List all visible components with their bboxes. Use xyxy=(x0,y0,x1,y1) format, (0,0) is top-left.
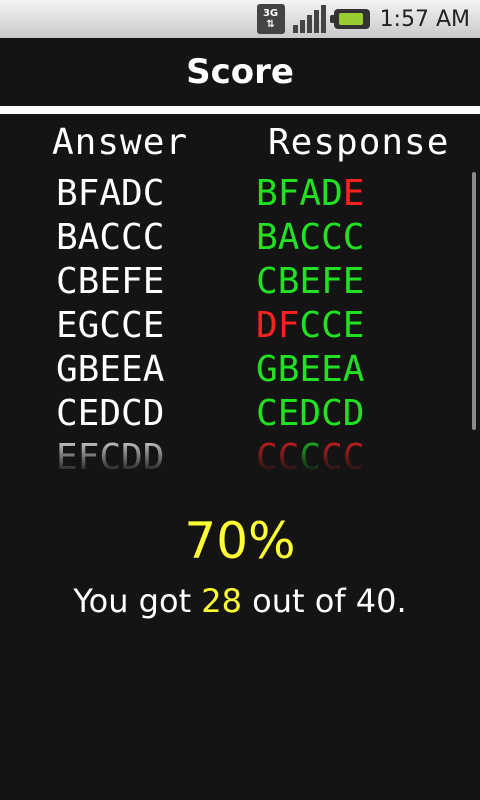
status-bar: 3G ⇅ 1:57 AM xyxy=(0,0,480,38)
correct-letter: F xyxy=(321,261,343,302)
response-value: CCCCC xyxy=(256,436,364,472)
list-item: EFCDD CCCCC xyxy=(0,436,480,472)
correct-letter: B xyxy=(256,217,278,258)
correct-letter: C xyxy=(299,305,322,346)
page-title: Score xyxy=(186,52,294,92)
correct-letter: D xyxy=(299,393,322,434)
network-3g-icon: 3G ⇅ xyxy=(256,4,285,34)
correct-letter: C xyxy=(299,217,322,258)
correct-letter: D xyxy=(321,173,343,214)
signal-bars-icon xyxy=(292,5,326,33)
correct-letter: C xyxy=(256,261,278,302)
score-percent: 70% xyxy=(184,512,296,570)
correct-letter: B xyxy=(256,173,278,214)
response-value: BFADE xyxy=(256,172,364,216)
correct-letter: A xyxy=(299,173,322,214)
response-value: DFCCE xyxy=(256,304,364,348)
total-count: 40 xyxy=(355,582,397,620)
correct-letter: A xyxy=(277,217,300,258)
correct-letter: C xyxy=(321,217,343,258)
incorrect-letter: C xyxy=(342,437,365,472)
correct-letter: C xyxy=(321,393,343,434)
correct-letter: C xyxy=(256,393,278,434)
correct-letter: B xyxy=(277,261,300,302)
correct-letter: A xyxy=(342,349,365,390)
correct-letter: C xyxy=(321,305,343,346)
list-item: GBEEA GBEEA xyxy=(0,348,480,392)
answer-value: BFADC xyxy=(56,173,165,214)
answer-value: CEDCD xyxy=(56,393,165,434)
correct-letter: G xyxy=(256,349,278,390)
summary-prefix: You got xyxy=(73,582,202,620)
correct-letter: E xyxy=(299,349,322,390)
list-item: EGCCE DFCCE xyxy=(0,304,480,348)
list-item: BFADC BFADE xyxy=(0,172,480,216)
score-list[interactable]: BFADC BFADE BACCC BACCC CBEFE CBEFE EGCCE DFCCE… xyxy=(0,172,480,472)
correct-letter: D xyxy=(342,393,365,434)
response-value: BACCC xyxy=(256,216,364,260)
incorrect-letter: C xyxy=(256,437,278,472)
summary-middle: out of xyxy=(242,582,356,620)
correct-letter: E xyxy=(299,261,322,302)
answer-value: EGCCE xyxy=(56,305,165,346)
battery-icon xyxy=(329,9,370,29)
answer-value: CBEFE xyxy=(56,261,165,302)
answer-value: EFCDD xyxy=(56,437,165,472)
correct-letter: E xyxy=(277,393,300,434)
incorrect-letter: C xyxy=(277,437,300,472)
response-value: GBEEA xyxy=(256,348,364,392)
title-divider xyxy=(0,106,480,114)
response-value: CEDCD xyxy=(256,392,364,436)
list-item: CEDCD CEDCD xyxy=(0,392,480,436)
correct-letter: E xyxy=(321,349,343,390)
incorrect-letter: C xyxy=(321,437,343,472)
score-summary: You got 28 out of 40. xyxy=(0,582,480,620)
correct-letter: F xyxy=(277,173,300,214)
list-item: BACCC BACCC xyxy=(0,216,480,260)
summary-suffix: . xyxy=(396,582,407,620)
list-item: CBEFE CBEFE xyxy=(0,260,480,304)
correct-letter: E xyxy=(342,261,365,302)
list-scrollbar[interactable] xyxy=(472,172,476,430)
answer-value: GBEEA xyxy=(56,349,165,390)
network-activity-label: ⇅ xyxy=(266,19,275,30)
correct-count: 28 xyxy=(201,582,242,620)
response-value: CBEFE xyxy=(256,260,364,304)
incorrect-letter: D xyxy=(256,305,278,346)
network-type-label: 3G xyxy=(262,8,279,19)
incorrect-letter: F xyxy=(277,305,300,346)
correct-letter: E xyxy=(342,305,365,346)
status-time: 1:57 AM xyxy=(379,6,470,32)
column-header-answer: Answer xyxy=(52,122,189,163)
incorrect-letter: E xyxy=(342,173,365,214)
correct-letter: B xyxy=(277,349,300,390)
correct-letter: C xyxy=(299,437,322,472)
title-bar: Score xyxy=(0,38,480,106)
column-header-response: Response xyxy=(268,122,450,163)
correct-letter: C xyxy=(342,217,365,258)
answer-value: BACCC xyxy=(56,217,165,258)
